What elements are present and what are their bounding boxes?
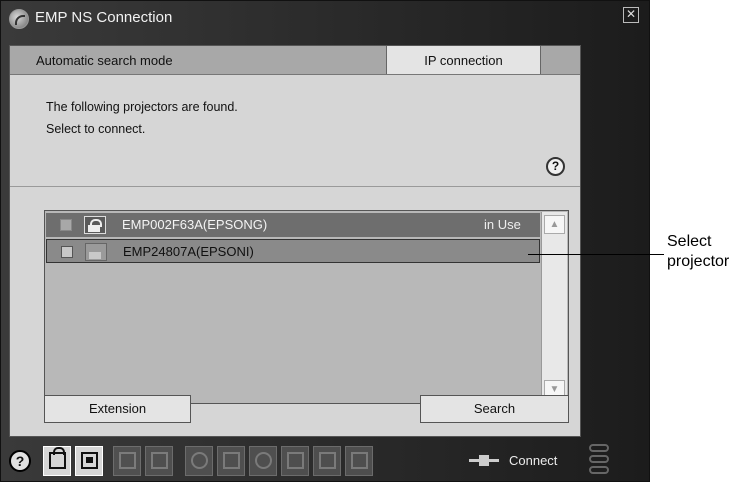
row-checkbox[interactable] (60, 219, 72, 231)
instruction-line-1: The following projectors are found. (46, 100, 238, 114)
callout-line-2: projector (667, 253, 730, 270)
list-item[interactable]: EMP002F63A(EPSONG) in Use (46, 213, 540, 237)
projector-locked-icon (84, 216, 106, 234)
keyboard-button[interactable] (345, 446, 373, 476)
help-button[interactable]: ? (9, 450, 31, 472)
callout-line-1: Select (667, 233, 712, 250)
lock-icon (49, 447, 66, 469)
plug-icon (469, 455, 499, 466)
disconnect-button[interactable] (217, 446, 245, 476)
projector-name: EMP24807A(EPSONI) (123, 244, 254, 259)
divider (10, 186, 580, 187)
lock-button[interactable] (43, 446, 71, 476)
instruction-text: The following projectors are found. Sele… (46, 96, 238, 140)
app-logo-icon (9, 9, 29, 29)
document-button[interactable] (145, 446, 173, 476)
row-checkbox[interactable] (61, 246, 73, 258)
main-panel: Automatic search mode IP connection The … (9, 45, 581, 437)
help-icon[interactable]: ? (546, 157, 565, 176)
callout-text: Select projector (667, 232, 729, 272)
unplug-icon (223, 452, 240, 469)
projector-list[interactable]: EMP002F63A(EPSONG) in Use EMP24807A(EPSO… (44, 210, 569, 404)
keyboard-icon (351, 452, 368, 469)
extension-button[interactable]: Extension (44, 395, 191, 423)
zoom-button[interactable] (249, 446, 277, 476)
search-button[interactable]: Search (420, 395, 569, 423)
window-title: EMP NS Connection (35, 9, 173, 26)
scroll-up-button[interactable]: ▲ (544, 215, 565, 234)
display-button[interactable] (113, 446, 141, 476)
app-window: EMP NS Connection ✕ Automatic search mod… (0, 0, 650, 482)
tab-bar: Automatic search mode IP connection (10, 46, 580, 75)
monitor-icon (81, 452, 98, 469)
projector-status: in Use (484, 217, 521, 232)
source-button[interactable] (281, 446, 309, 476)
resize-grip[interactable] (589, 444, 609, 478)
display-icon (119, 452, 136, 469)
bottom-toolbar: ? Connect (5, 444, 645, 479)
tape-button[interactable] (313, 446, 341, 476)
projector-icon (85, 243, 107, 261)
tab-ip-connection[interactable]: IP connection (386, 46, 541, 74)
projector-name: EMP002F63A(EPSONG) (122, 217, 268, 232)
tape-icon (319, 452, 336, 469)
callout-line (528, 254, 664, 255)
connect-button[interactable]: Connect (509, 453, 557, 468)
close-button[interactable]: ✕ (623, 7, 639, 23)
title-bar: EMP NS Connection ✕ (1, 1, 649, 35)
source-icon (287, 452, 304, 469)
zoom-icon (255, 452, 272, 469)
list-item[interactable]: EMP24807A(EPSONI) (46, 239, 540, 263)
pause-icon (191, 452, 208, 469)
projector-control-button[interactable] (75, 446, 103, 476)
document-icon (151, 452, 168, 469)
instruction-line-2: Select to connect. (46, 122, 146, 136)
pause-button[interactable] (185, 446, 213, 476)
tab-automatic-search[interactable]: Automatic search mode (10, 46, 386, 74)
list-scrollbar[interactable]: ▲ ▼ (541, 212, 567, 402)
